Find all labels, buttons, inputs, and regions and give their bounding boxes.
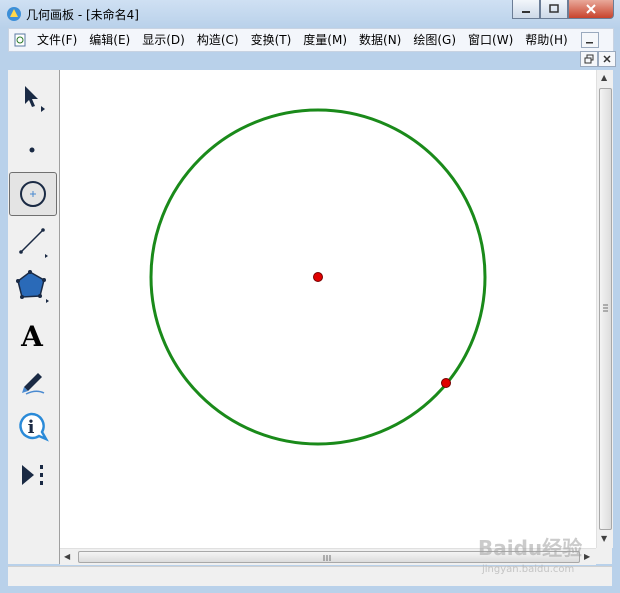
information-tool[interactable]: i xyxy=(9,406,55,448)
polygon-tool-icon xyxy=(16,270,49,303)
minimize-button[interactable] xyxy=(512,0,540,19)
scroll-up-icon[interactable]: ▲ xyxy=(601,73,607,82)
restore-icon xyxy=(549,4,559,13)
marker-tool-icon xyxy=(22,373,45,395)
text-tool[interactable]: A xyxy=(9,314,55,356)
point-tool-icon xyxy=(29,147,35,153)
title-bar: 几何画板 - [未命名4] xyxy=(0,0,620,28)
watermark-url: jingyan.baidu.com xyxy=(482,564,575,575)
minimize-icon xyxy=(522,11,530,13)
scroll-corner xyxy=(596,548,612,564)
menu-file[interactable]: 文件(F) xyxy=(31,29,83,51)
vertical-scrollbar[interactable]: ▲ ▼ xyxy=(596,70,613,548)
menu-transform[interactable]: 变换(T) xyxy=(245,29,298,51)
toolbox: A i xyxy=(8,70,60,564)
information-tool-icon: i xyxy=(19,412,49,442)
menu-bar: 文件(F) 编辑(E) 显示(D) 构造(C) 变换(T) 度量(M) 数据(N… xyxy=(8,28,614,52)
menu-data[interactable]: 数据(N) xyxy=(353,29,407,51)
maximize-button[interactable] xyxy=(540,0,568,19)
watermark: Baidu经验 xyxy=(478,536,583,560)
information-tool-glyph: i xyxy=(28,417,35,438)
point-tool[interactable] xyxy=(9,124,55,166)
grip-icon xyxy=(603,304,608,312)
scroll-right-icon[interactable]: ▶ xyxy=(584,552,590,561)
app-icon xyxy=(7,7,21,21)
compass-tool-icon xyxy=(20,181,46,207)
marker-tool[interactable] xyxy=(9,360,55,402)
scroll-left-icon[interactable]: ◀ xyxy=(64,552,70,561)
menu-construct[interactable]: 构造(C) xyxy=(191,29,245,51)
sketch-canvas[interactable] xyxy=(60,70,596,548)
menu-window[interactable]: 窗口(W) xyxy=(462,29,519,51)
mdi-restore-button[interactable] xyxy=(580,51,598,67)
straightedge-tool[interactable] xyxy=(9,220,55,262)
text-tool-glyph: A xyxy=(20,320,44,351)
straightedge-tool-icon xyxy=(19,228,48,258)
minimize-icon xyxy=(586,42,593,44)
close-icon xyxy=(586,4,596,14)
center-point[interactable] xyxy=(313,272,323,282)
vertical-scroll-thumb[interactable] xyxy=(599,88,612,530)
mdi-close-button[interactable] xyxy=(598,51,616,67)
window-controls xyxy=(512,0,614,20)
radius-point[interactable] xyxy=(441,378,451,388)
restore-icon xyxy=(584,54,594,64)
menu-items: 文件(F) 编辑(E) 显示(D) 构造(C) 变换(T) 度量(M) 数据(N… xyxy=(13,29,574,51)
arrow-tool-icon xyxy=(25,86,45,112)
menu-measure[interactable]: 度量(M) xyxy=(297,29,353,51)
menu-display[interactable]: 显示(D) xyxy=(136,29,191,51)
sketch-drawing xyxy=(149,108,487,446)
menu-help[interactable]: 帮助(H) xyxy=(519,29,573,51)
polygon-tool[interactable] xyxy=(9,266,55,308)
close-icon xyxy=(603,55,611,63)
arrow-tool[interactable] xyxy=(9,76,55,118)
compass-tool[interactable] xyxy=(9,172,57,216)
scroll-down-icon[interactable]: ▼ xyxy=(601,534,607,543)
document-icon[interactable] xyxy=(13,33,27,47)
window-title: 几何画板 - [未命名4] xyxy=(26,8,139,22)
custom-tool-icon xyxy=(22,465,43,485)
close-button[interactable] xyxy=(568,0,614,19)
menu-graph[interactable]: 绘图(G) xyxy=(407,29,462,51)
mdi-minimize-button[interactable] xyxy=(581,32,599,48)
menu-edit[interactable]: 编辑(E) xyxy=(83,29,136,51)
text-tool-icon: A xyxy=(20,320,44,351)
custom-tool[interactable] xyxy=(9,454,55,496)
